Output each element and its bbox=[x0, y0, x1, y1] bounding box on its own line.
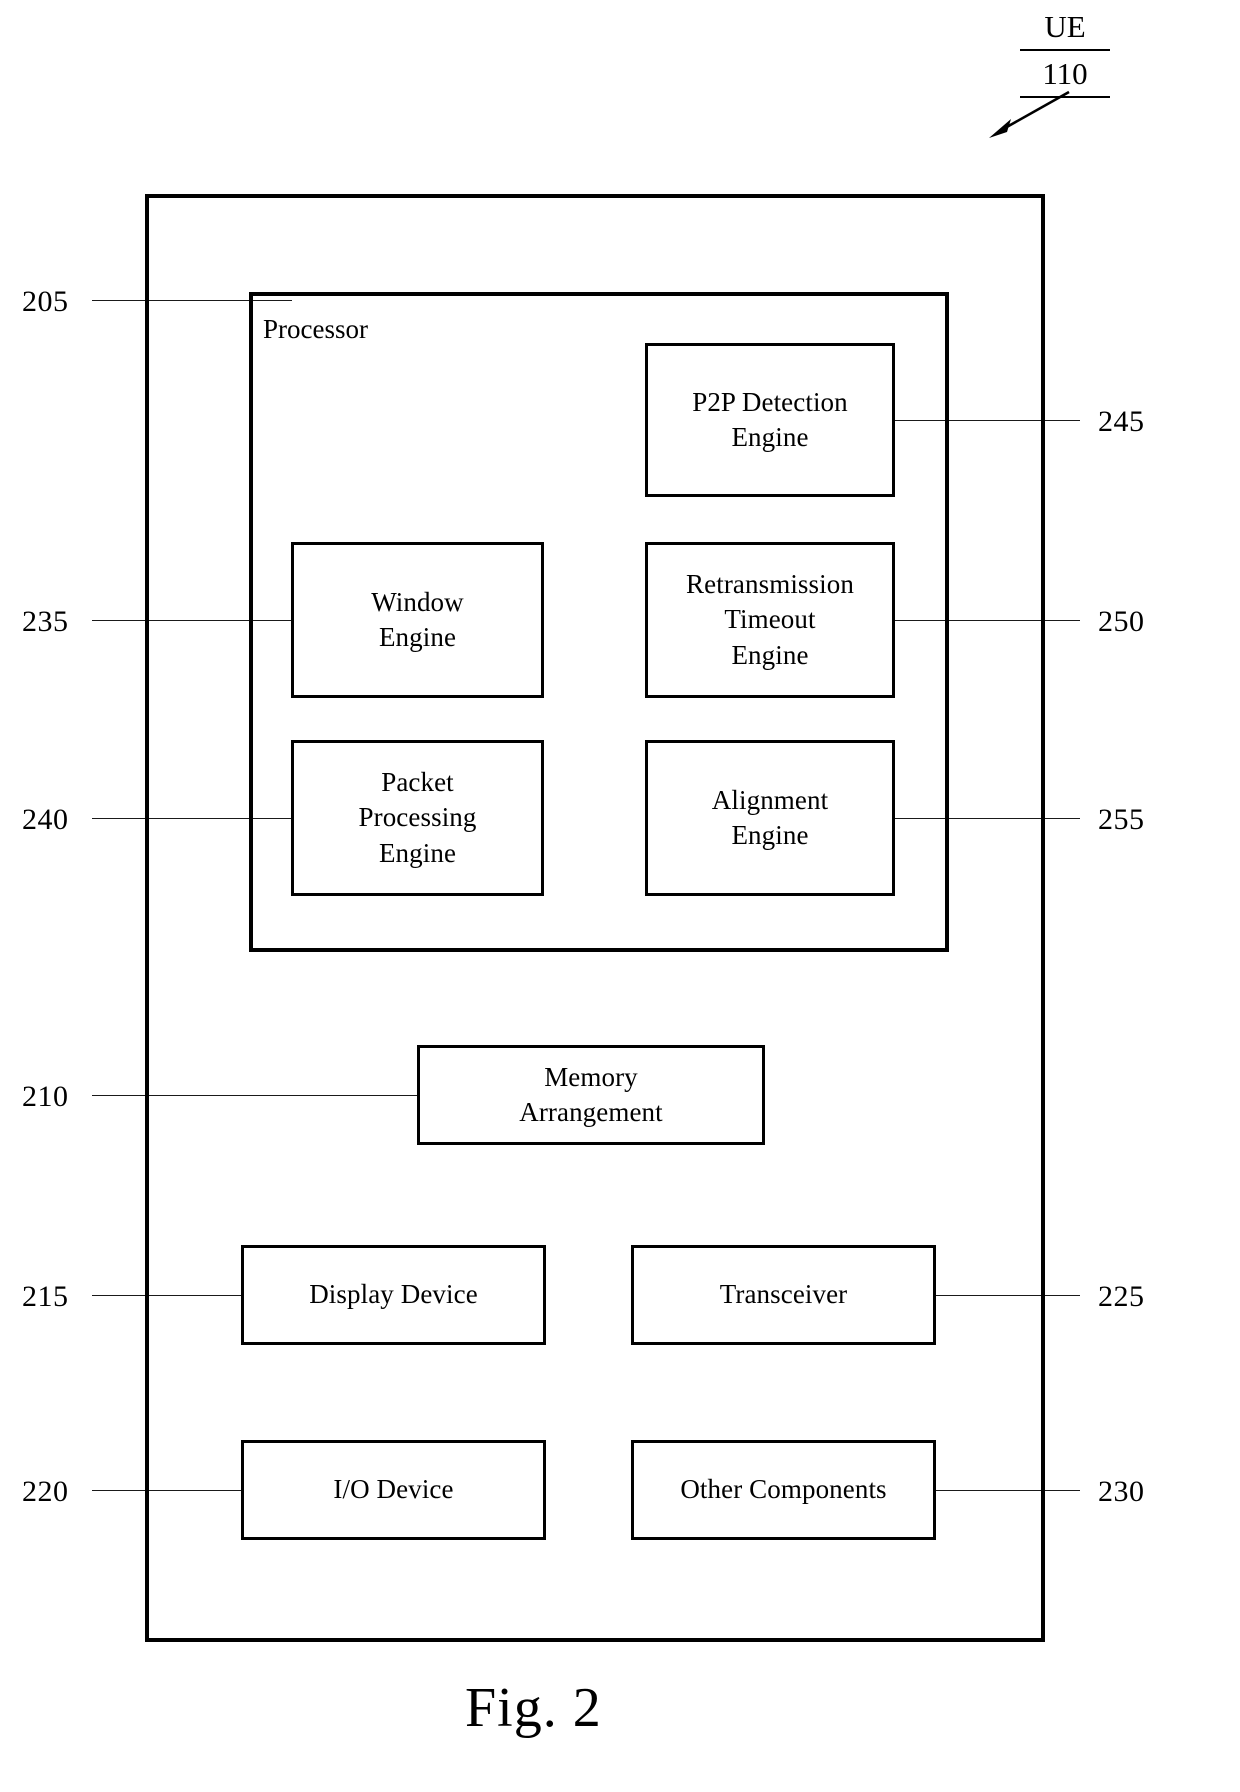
window-engine-label: Window Engine bbox=[371, 586, 464, 652]
alignment-engine-label: Alignment Engine bbox=[711, 784, 829, 850]
io-device-label: I/O Device bbox=[333, 1474, 454, 1505]
display-device-label: Display Device bbox=[309, 1279, 478, 1310]
figure-caption: Fig. 2 bbox=[465, 1677, 602, 1739]
other-components-label: Other Components bbox=[680, 1474, 887, 1505]
processor-label: Processor bbox=[263, 314, 368, 344]
p2p-detection-engine-label: P2P Detection Engine bbox=[692, 386, 848, 452]
p2p-detection-engine-box[interactable]: P2P Detection Engine bbox=[645, 343, 895, 497]
other-components-box[interactable]: Other Components bbox=[631, 1440, 936, 1540]
reference-numeral-245: 245 bbox=[1098, 405, 1145, 438]
retransmission-timeout-engine-label: Retransmission Timeout Engine bbox=[686, 569, 854, 670]
transceiver-label: Transceiver bbox=[719, 1279, 848, 1310]
reference-numeral-255: 255 bbox=[1098, 803, 1145, 836]
reference-numeral-235: 235 bbox=[22, 605, 69, 638]
memory-arrangement-label: Memory Arrangement bbox=[519, 1061, 663, 1127]
reference-numeral-230: 230 bbox=[1098, 1475, 1145, 1508]
alignment-engine-box[interactable]: Alignment Engine bbox=[645, 740, 895, 896]
reference-numeral-215: 215 bbox=[22, 1280, 69, 1313]
memory-arrangement-box[interactable]: Memory Arrangement bbox=[417, 1045, 765, 1145]
diagonal-arrow-down-left-icon bbox=[985, 88, 1075, 143]
window-engine-box[interactable]: Window Engine bbox=[291, 542, 544, 698]
ue-callout-entity-label: UE bbox=[1020, 8, 1110, 51]
display-device-box[interactable]: Display Device bbox=[241, 1245, 546, 1345]
packet-processing-engine-label: Packet Processing Engine bbox=[358, 767, 477, 868]
io-device-box[interactable]: I/O Device bbox=[241, 1440, 546, 1540]
ue-callout: UE 110 bbox=[1020, 8, 1110, 98]
reference-numeral-205: 205 bbox=[22, 285, 69, 318]
reference-numeral-240: 240 bbox=[22, 803, 69, 836]
reference-numeral-220: 220 bbox=[22, 1475, 69, 1508]
transceiver-box[interactable]: Transceiver bbox=[631, 1245, 936, 1345]
packet-processing-engine-box[interactable]: Packet Processing Engine bbox=[291, 740, 544, 896]
patent-figure-page: UE 110 Processor P2P Detection Engine Wi… bbox=[0, 0, 1240, 1792]
reference-numeral-210: 210 bbox=[22, 1080, 69, 1113]
reference-numeral-225: 225 bbox=[1098, 1280, 1145, 1313]
retransmission-timeout-engine-box[interactable]: Retransmission Timeout Engine bbox=[645, 542, 895, 698]
reference-numeral-250: 250 bbox=[1098, 605, 1145, 638]
